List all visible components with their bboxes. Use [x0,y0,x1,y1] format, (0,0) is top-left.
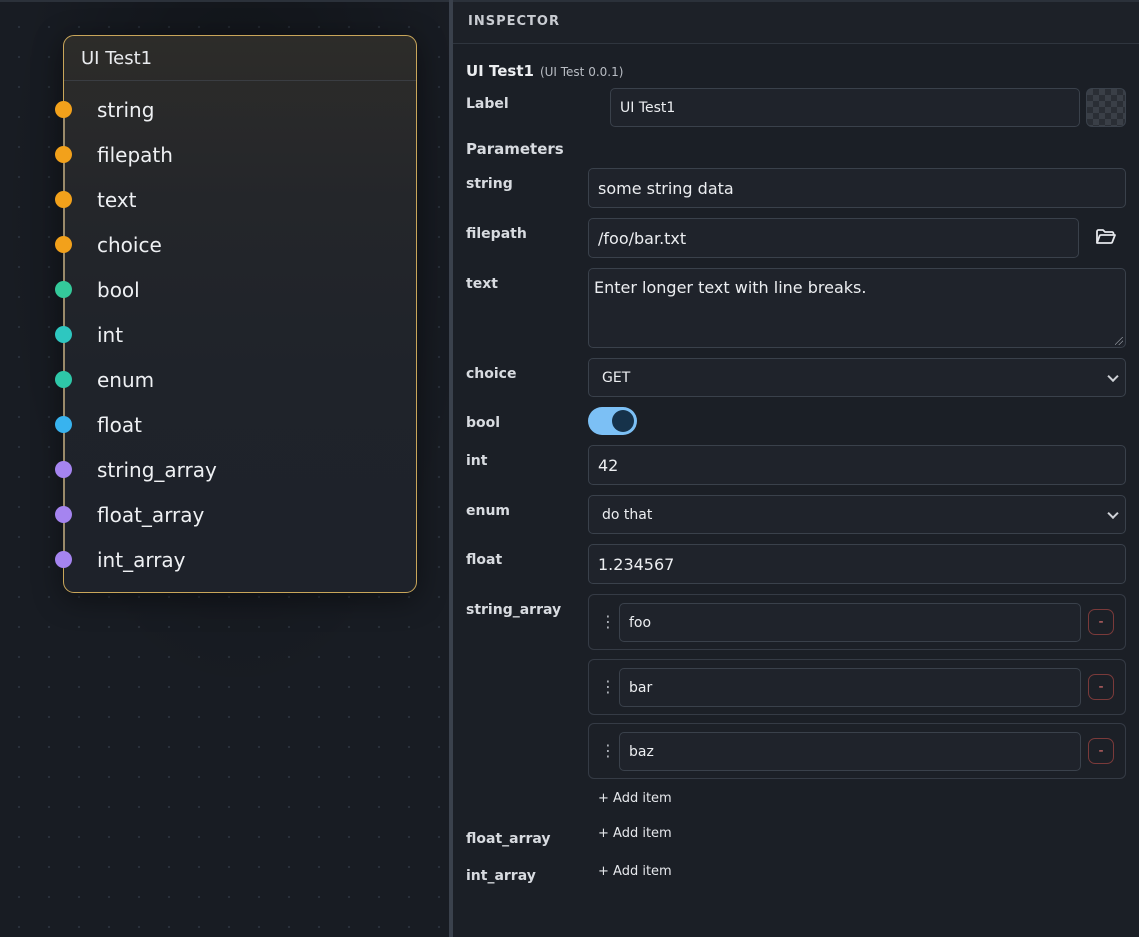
port-label: filepath [97,143,173,167]
port-dot-icon[interactable] [55,326,72,343]
chevron-down-icon [1107,507,1119,519]
field-label-float: float [466,552,503,568]
int-input-value: 42 [598,455,619,475]
string-array-item-input[interactable]: baz [619,732,1081,771]
string-array-item-input[interactable]: foo [619,603,1081,642]
port-filepath[interactable]: filepath [55,140,404,170]
field-label-enum: enum [466,503,511,519]
field-label-float-array: float_array [466,831,551,847]
port-dot-icon[interactable] [55,191,72,208]
remove-item-button[interactable]: - [1088,738,1114,764]
inspector-header: INSPECTOR [453,2,1139,44]
remove-item-button[interactable]: - [1088,609,1114,635]
enum-select-value: do that [602,506,653,523]
port-dot-icon[interactable] [55,551,72,568]
field-label-filepath: filepath [466,226,527,242]
text-textarea-value: Enter longer text with line breaks. [594,278,867,297]
field-label-int: int [466,453,488,469]
port-bool[interactable]: bool [55,275,404,305]
label-caption: Label [466,96,509,112]
port-float-array[interactable]: float_array [55,500,404,530]
drag-handle-icon[interactable]: ⋮ [600,743,616,759]
port-dot-icon[interactable] [55,146,72,163]
toggle-knob [612,410,634,432]
parameters-caption: Parameters [466,140,564,158]
port-dot-icon[interactable] [55,281,72,298]
remove-item-button[interactable]: - [1088,674,1114,700]
drag-handle-icon[interactable]: ⋮ [600,679,616,695]
port-label: text [97,188,137,212]
port-label: bool [97,278,140,302]
node-title[interactable]: UI Test1 [64,36,416,81]
port-label: choice [97,233,162,257]
drag-handle-icon[interactable]: ⋮ [600,614,616,630]
port-dot-icon[interactable] [55,236,72,253]
node-ui-test1[interactable]: UI Test1 string filepath text choice boo… [55,35,417,593]
inspector-panel: INSPECTOR UI Test1 (UI Test 0.0.1) Label … [453,0,1139,937]
port-text[interactable]: text [55,185,404,215]
chevron-down-icon [1107,370,1119,382]
port-dot-icon[interactable] [55,101,72,118]
field-label-string: string [466,176,513,192]
string-input[interactable]: some string data [588,168,1126,208]
port-int[interactable]: int [55,320,404,350]
inspector-node-version: (UI Test 0.0.1) [539,65,624,79]
choice-select[interactable]: GET [588,358,1126,397]
port-label: int [97,323,124,347]
port-label: float_array [97,503,205,527]
port-label: string [97,98,155,122]
field-label-choice: choice [466,366,517,382]
int-array-add-item-button[interactable]: + Add item [598,864,672,879]
string-array-item: ⋮ bar - [588,659,1126,715]
bool-toggle[interactable] [588,407,637,435]
graph-canvas[interactable]: UI Test1 string filepath text choice boo… [0,0,449,937]
string-array-item-input[interactable]: bar [619,668,1081,707]
port-label: enum [97,368,155,392]
resize-grip-icon[interactable] [1115,337,1123,345]
filepath-input[interactable]: /foo/bar.txt [588,218,1079,258]
field-label-text: text [466,276,498,292]
float-input-value: 1.234567 [598,554,675,574]
label-input-value: UI Test1 [620,99,676,116]
port-float[interactable]: float [55,410,404,440]
node-color-swatch[interactable] [1086,88,1126,127]
port-enum[interactable]: enum [55,365,404,395]
field-label-string-array: string_array [466,602,562,618]
enum-select[interactable]: do that [588,495,1126,534]
port-label: string_array [97,458,217,482]
string-array-item-value: baz [629,743,654,760]
string-array-item: ⋮ foo - [588,594,1126,650]
filepath-input-value: /foo/bar.txt [598,228,687,248]
float-input[interactable]: 1.234567 [588,544,1126,584]
port-string[interactable]: string [55,95,404,125]
string-array-item: ⋮ baz - [588,723,1126,779]
port-string-array[interactable]: string_array [55,455,404,485]
port-int-array[interactable]: int_array [55,545,404,575]
float-array-add-item-button[interactable]: + Add item [598,826,672,841]
port-dot-icon[interactable] [55,506,72,523]
text-textarea[interactable]: Enter longer text with line breaks. [588,268,1126,348]
folder-open-icon[interactable] [1094,225,1118,249]
choice-select-value: GET [602,369,631,386]
port-choice[interactable]: choice [55,230,404,260]
port-label: int_array [97,548,186,572]
port-dot-icon[interactable] [55,371,72,388]
string-input-value: some string data [598,178,734,198]
inspector-node-heading: UI Test1 (UI Test 0.0.1) [466,61,623,80]
inspector-node-title: UI Test1 [466,62,534,80]
port-label: float [97,413,142,437]
port-dot-icon[interactable] [55,461,72,478]
label-input[interactable]: UI Test1 [610,88,1080,127]
field-label-bool: bool [466,415,501,431]
field-label-int-array: int_array [466,868,536,884]
int-input[interactable]: 42 [588,445,1126,485]
port-dot-icon[interactable] [55,416,72,433]
string-array-item-value: bar [629,679,653,696]
string-array-add-item-button[interactable]: + Add item [598,791,672,806]
string-array-item-value: foo [629,614,652,631]
